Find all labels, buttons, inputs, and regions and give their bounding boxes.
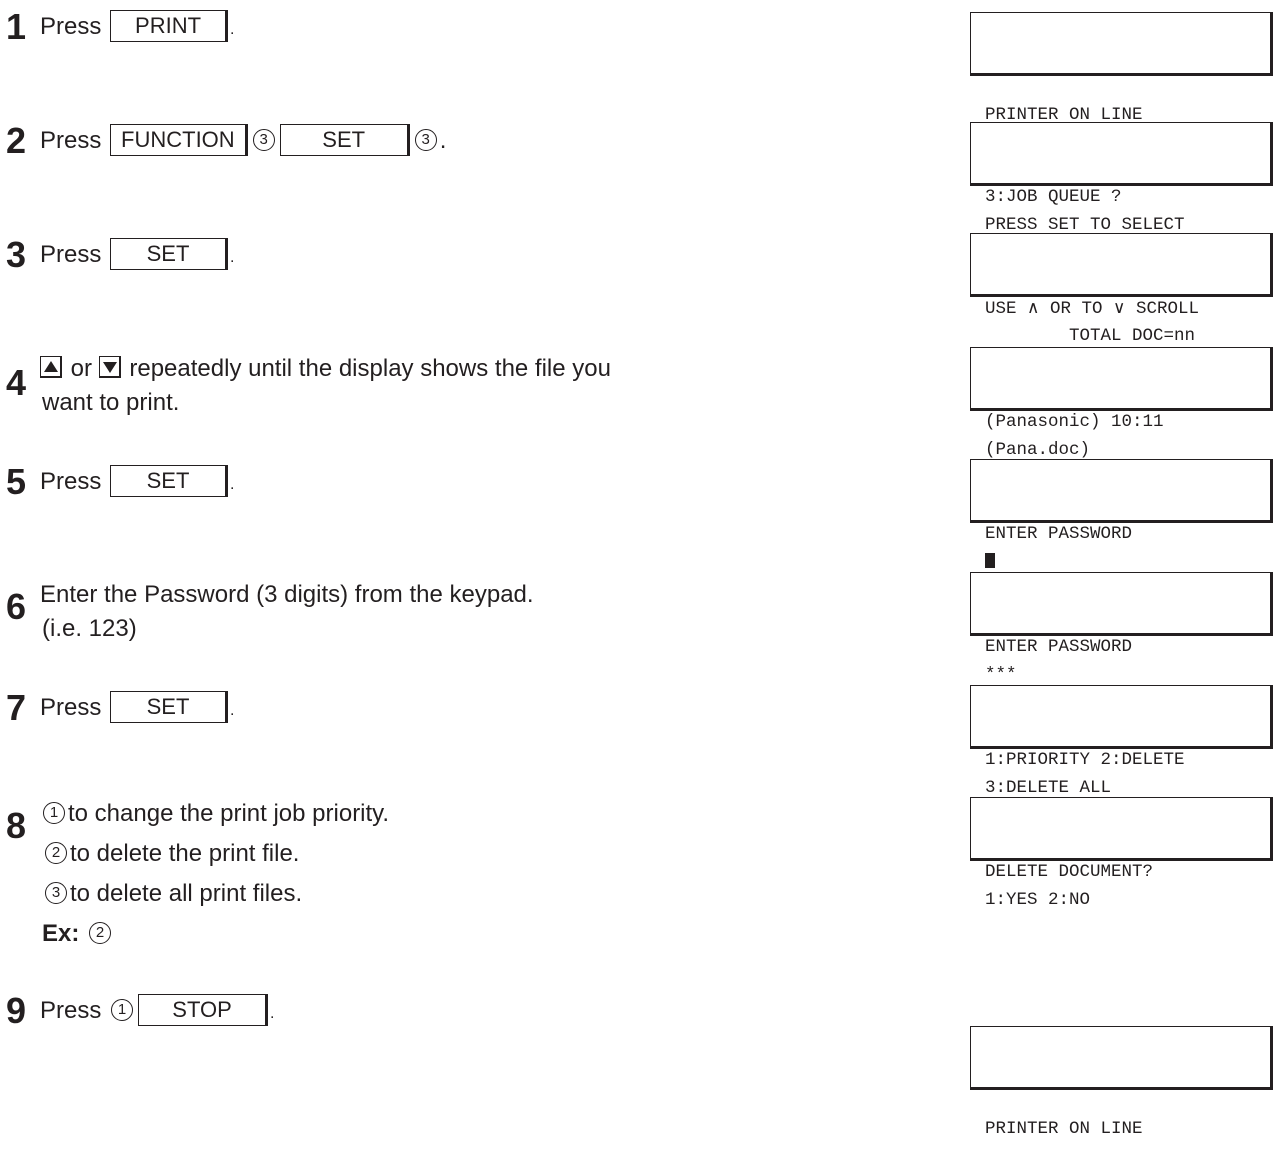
step-text: or (70, 355, 93, 382)
step-text: Press (40, 241, 102, 268)
option-delete: 2 to delete the print file. (42, 837, 389, 871)
lcd-line-1: USE ∧ OR TO ∨ SCROLL (985, 294, 1270, 322)
lcd-text: OR TO (1039, 299, 1113, 319)
lcd-text: SCROLL (1125, 299, 1199, 319)
step-text: to change the print job priority. (68, 800, 390, 827)
step-5: 5 Press SET. (6, 461, 235, 502)
step-text: to delete all print files. (70, 880, 303, 907)
step-text: Press (40, 127, 102, 154)
step-text: Press (40, 468, 102, 495)
step-1: 1 Press PRINT. (6, 6, 235, 47)
step-9: 9 Press 1 STOP. (6, 990, 275, 1031)
circled-digit-1: 1 (43, 801, 65, 824)
punctuation: . (230, 476, 235, 493)
punctuation: . (230, 21, 235, 38)
lcd-line-1: 3:JOB QUEUE ? (985, 187, 1122, 207)
lcd-text: USE (985, 299, 1028, 319)
step-4: 4 or repeatedly until the display shows … (6, 352, 611, 420)
lcd-line-1: 1:PRIORITY 2:DELETE (985, 750, 1185, 770)
circled-digit-3: 3 (414, 128, 437, 151)
lcd-display-8: DELETE DOCUMENT? 1:YES 2:NO (970, 797, 1273, 910)
punctuation: . (230, 249, 235, 266)
step-3: 3 Press SET. (6, 234, 235, 275)
lcd-display-9: PRINTER ON LINE (970, 1026, 1273, 1139)
circled-digit-2: 2 (45, 841, 67, 864)
circled-digit-2: 2 (89, 921, 112, 944)
example-label: Ex: (42, 920, 80, 947)
set-key: SET (110, 238, 229, 270)
lcd-display-7: 1:PRIORITY 2:DELETE 3:DELETE ALL (970, 685, 1273, 798)
set-key: SET (110, 691, 229, 723)
lcd-line-2: TOTAL DOC=nn (985, 326, 1196, 346)
circled-digit-3: 3 (252, 128, 275, 151)
lcd-display-2: 3:JOB QUEUE ? PRESS SET TO SELECT (970, 122, 1273, 235)
option-delete-all: 3 to delete all print files. (42, 877, 389, 911)
circled-digit-3: 3 (45, 881, 67, 904)
up-arrow-key-icon (40, 355, 62, 378)
step-text-continued: (i.e. 123) (42, 615, 137, 642)
lcd-line-1: DELETE DOCUMENT? (985, 862, 1154, 882)
step-number: 8 (6, 805, 26, 846)
punctuation: . (439, 127, 447, 154)
step-text: Press (40, 694, 102, 721)
step-text-continued: want to print. (42, 389, 180, 416)
step-number: 9 (6, 990, 26, 1031)
lcd-line-1 (985, 1087, 1270, 1115)
step-number: 7 (6, 687, 26, 728)
step-text: Press (40, 997, 102, 1024)
step-2: 2 Press FUNCTION 3 SET 3. (6, 120, 447, 161)
lcd-line-2: 1:YES 2:NO (985, 890, 1091, 910)
set-key: SET (110, 465, 229, 497)
lcd-line-1: ENTER PASSWORD (985, 637, 1133, 657)
step-7: 7 Press SET. (6, 687, 235, 728)
lcd-display-1: PRINTER ON LINE (970, 12, 1273, 125)
lcd-line-2: PRINTER ON LINE (985, 1119, 1143, 1139)
step-text: Press (40, 13, 102, 40)
scroll-up-icon: ∧ (1027, 298, 1040, 318)
lcd-display-6: ENTER PASSWORD *** (970, 572, 1273, 685)
print-key: PRINT (110, 10, 229, 42)
step-text: Enter the Password (3 digits) from the k… (40, 581, 534, 608)
function-key: FUNCTION (110, 124, 248, 156)
step-number: 6 (6, 586, 26, 627)
circled-digit-1: 1 (111, 998, 134, 1021)
step-number: 2 (6, 120, 26, 161)
step-8: 8 1 to change the print job priority. 2 to … (6, 797, 389, 951)
lcd-line-1: ENTER PASSWORD (985, 524, 1133, 544)
lcd-line-1 (985, 73, 1270, 101)
stop-key: STOP (138, 994, 269, 1026)
lcd-display-5: ENTER PASSWORD (970, 459, 1273, 568)
lcd-display-4: (Panasonic) 10:11 (Pana.doc) (970, 347, 1273, 460)
step-number: 4 (6, 362, 26, 403)
punctuation: . (230, 702, 235, 719)
step-number: 1 (6, 6, 26, 47)
step-text: to delete the print file. (70, 840, 300, 867)
lcd-line-1: (Panasonic) 10:11 (985, 412, 1164, 432)
example: Ex: 2 (42, 917, 389, 951)
lcd-display-3: USE ∧ OR TO ∨ SCROLL TOTAL DOC=nn (970, 233, 1273, 346)
set-key: SET (279, 124, 410, 156)
punctuation: . (270, 1005, 275, 1022)
step-number: 3 (6, 234, 26, 275)
step-number: 5 (6, 461, 26, 502)
scroll-down-icon: ∨ (1112, 298, 1126, 318)
cursor-block-icon (985, 553, 995, 568)
step-6: 6 Enter the Password (3 digits) from the … (6, 578, 534, 646)
step-text: repeatedly until the display shows the f… (129, 355, 611, 382)
down-arrow-key-icon (98, 355, 121, 378)
